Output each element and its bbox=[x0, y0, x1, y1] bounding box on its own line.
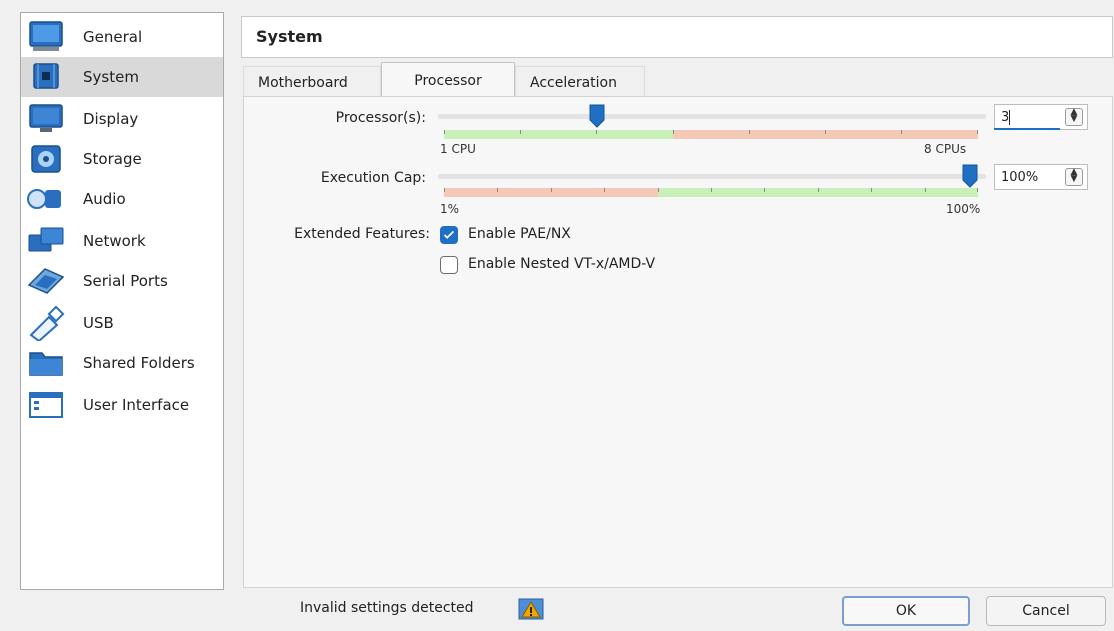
execution-cap-label: Execution Cap: bbox=[320, 170, 426, 186]
usb-icon bbox=[25, 305, 67, 343]
tab-label: Motherboard bbox=[258, 74, 348, 91]
page-title: System bbox=[256, 27, 323, 46]
spinbox-focus-line bbox=[994, 128, 1060, 130]
sidebar-item-label: Storage bbox=[83, 150, 142, 168]
cancel-button-label: Cancel bbox=[1022, 603, 1070, 619]
processor-slider-track[interactable] bbox=[438, 114, 986, 119]
tab-motherboard[interactable]: Motherboard bbox=[243, 66, 381, 98]
network-icon bbox=[25, 223, 67, 259]
window-icon bbox=[25, 387, 67, 423]
processor-min-label: 1 CPU bbox=[440, 142, 476, 156]
page-header: System bbox=[241, 16, 1113, 58]
execution-cap-max-label: 100% bbox=[946, 202, 981, 216]
tab-label: Processor bbox=[414, 72, 482, 89]
warning-icon[interactable] bbox=[518, 598, 544, 620]
sidebar-item-display[interactable]: Display bbox=[21, 99, 223, 139]
sidebar-item-label: General bbox=[83, 28, 143, 46]
sidebar-item-label: Display bbox=[83, 110, 139, 128]
execution-cap-spinbox[interactable]: 100% ▲ ▼ bbox=[994, 164, 1088, 190]
sidebar-item-system[interactable]: System bbox=[21, 57, 223, 97]
monitor-icon bbox=[25, 19, 67, 55]
processor-slider-handle[interactable] bbox=[589, 104, 605, 128]
sidebar-item-label: Network bbox=[83, 232, 146, 250]
processor-count-label: Processor(s): bbox=[335, 110, 426, 126]
sidebar-item-usb[interactable]: USB bbox=[21, 303, 223, 343]
disk-icon bbox=[25, 141, 67, 177]
tab-acceleration[interactable]: Acceleration bbox=[515, 66, 645, 98]
execution-cap-slider-track[interactable] bbox=[438, 174, 986, 179]
sidebar-item-label: Shared Folders bbox=[83, 354, 195, 372]
execution-cap-value: 100% bbox=[1001, 169, 1039, 185]
status-text: Invalid settings detected bbox=[300, 600, 474, 616]
tab-processor[interactable]: Processor bbox=[381, 62, 515, 98]
settings-window: General System Display Storage Audio Net… bbox=[0, 0, 1114, 631]
settings-sidebar: General System Display Storage Audio Net… bbox=[20, 12, 224, 590]
sidebar-item-label: Serial Ports bbox=[83, 272, 168, 290]
sidebar-item-network[interactable]: Network bbox=[21, 221, 223, 261]
execution-cap-slider-handle[interactable] bbox=[962, 164, 978, 188]
sidebar-item-label: Audio bbox=[83, 190, 126, 208]
serial-port-icon bbox=[25, 263, 67, 299]
pae-label[interactable]: Enable PAE/NX bbox=[468, 226, 571, 242]
display-icon bbox=[25, 101, 67, 137]
sidebar-item-shared-folders[interactable]: Shared Folders bbox=[21, 343, 223, 383]
processor-spin-buttons[interactable]: ▲ ▼ bbox=[1065, 108, 1083, 126]
processor-max-label: 8 CPUs bbox=[924, 142, 967, 156]
processor-count-spinbox[interactable]: 3 ▲ ▼ bbox=[994, 104, 1088, 130]
sidebar-item-serial-ports[interactable]: Serial Ports bbox=[21, 261, 223, 301]
tab-label: Acceleration bbox=[530, 74, 617, 91]
sidebar-item-label: System bbox=[83, 68, 139, 86]
ok-button-label: OK bbox=[895, 603, 917, 619]
sidebar-item-storage[interactable]: Storage bbox=[21, 139, 223, 179]
execution-cap-scale bbox=[444, 188, 978, 197]
extended-features-label: Extended Features: bbox=[294, 226, 430, 242]
cancel-button[interactable]: Cancel bbox=[986, 596, 1106, 626]
processor-scale bbox=[444, 130, 978, 139]
sidebar-item-audio[interactable]: Audio bbox=[21, 179, 223, 219]
nested-vtx-checkbox[interactable] bbox=[440, 256, 458, 274]
sidebar-item-label: USB bbox=[83, 314, 114, 332]
speaker-icon bbox=[25, 181, 67, 217]
sidebar-item-user-interface[interactable]: User Interface bbox=[21, 385, 223, 425]
folder-icon bbox=[25, 345, 67, 381]
sidebar-item-label: User Interface bbox=[83, 396, 190, 414]
pae-checkbox[interactable] bbox=[440, 226, 458, 244]
text-cursor bbox=[1009, 110, 1010, 125]
scale-green-segment bbox=[444, 130, 673, 139]
execution-cap-min-label: 1% bbox=[440, 202, 460, 216]
nested-vtx-label[interactable]: Enable Nested VT-x/AMD-V bbox=[468, 256, 655, 272]
ok-button[interactable]: OK bbox=[842, 596, 970, 626]
sidebar-item-general[interactable]: General bbox=[21, 17, 223, 57]
chip-icon bbox=[25, 59, 67, 95]
execution-cap-spin-buttons[interactable]: ▲ ▼ bbox=[1065, 168, 1083, 186]
